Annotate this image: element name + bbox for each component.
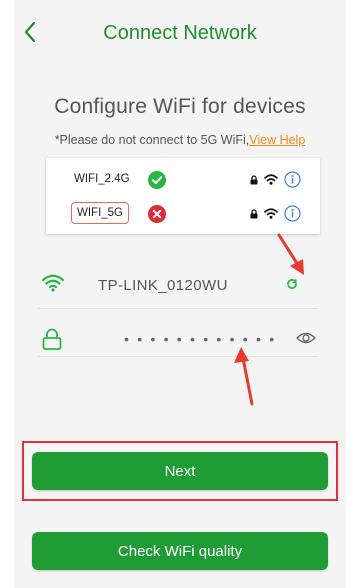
password-field[interactable]: •••••••••••• — [38, 322, 318, 357]
wifi-signal-icon — [264, 174, 278, 185]
view-help-link[interactable]: View Help — [249, 133, 305, 147]
lock-icon — [250, 209, 258, 219]
5g-warning-note: *Please do not connect to 5G WiFi,View H… — [14, 133, 346, 147]
ssid-value: TP-LINK_0120WU — [98, 277, 228, 294]
configure-title: Configure WiFi for devices — [54, 95, 306, 118]
lock-icon — [250, 175, 258, 185]
info-icon[interactable] — [284, 171, 301, 188]
check-wifi-quality-button[interactable]: Check WiFi quality — [32, 532, 328, 570]
eye-icon[interactable] — [296, 331, 316, 345]
lock-icon — [42, 328, 62, 350]
wifi-band-card: WIFI_2.4G WIFI_5G — [46, 158, 320, 234]
wifi-signal-icon — [264, 208, 278, 219]
band-label: WIFI_5G — [71, 202, 130, 224]
note-text: *Please do not connect to 5G WiFi, — [54, 133, 250, 147]
check-circle-icon — [148, 171, 166, 189]
wifi-band-row-2-4g: WIFI_2.4G — [46, 164, 320, 198]
annotation-arrow-password — [234, 347, 254, 406]
refresh-icon[interactable] — [286, 278, 298, 290]
info-icon[interactable] — [284, 205, 301, 222]
band-label: WIFI_2.4G — [74, 173, 130, 185]
x-circle-icon — [148, 205, 166, 223]
header: Connect Network — [14, 0, 346, 66]
wifi-icon — [42, 274, 64, 292]
next-button[interactable]: Next — [32, 452, 328, 490]
annotation-arrow-refresh — [277, 233, 304, 275]
wifi-band-row-5g: WIFI_5G — [46, 198, 320, 232]
page-title: Connect Network — [103, 22, 257, 44]
